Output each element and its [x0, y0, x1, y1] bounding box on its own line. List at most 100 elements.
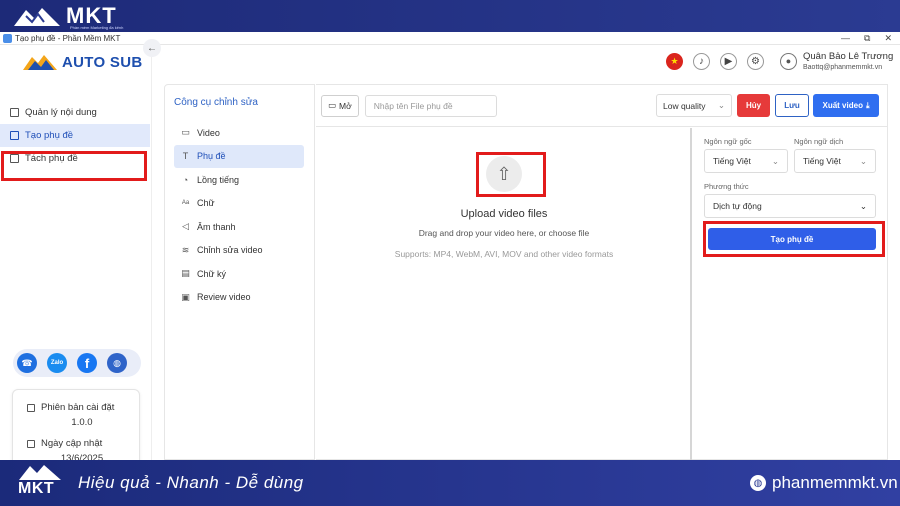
footer-slogan: Hiệu quả - Nhanh - Dễ dùng: [78, 473, 304, 492]
tool-label: Chữ: [197, 198, 215, 209]
calendar-icon: [27, 439, 35, 448]
tools-title: Công cụ chỉnh sửa: [174, 97, 258, 108]
tool-label: Chỉnh sửa video: [197, 245, 263, 256]
version-label: Phiên bản cài đặt: [41, 402, 115, 413]
tool-video[interactable]: ▭ Video: [174, 121, 304, 145]
tool-label: Review video: [197, 292, 251, 303]
top-brand-banner: MKT Phần mềm Marketing đa kênh: [0, 0, 900, 32]
restore-button[interactable]: ⧉: [864, 32, 870, 45]
text-icon: T: [182, 151, 189, 162]
highlight-box-nav: [1, 151, 147, 181]
source-lang-value: Tiếng Việt: [713, 156, 751, 166]
sidebar-item-label: Tạo phụ đề: [25, 130, 74, 141]
brand-text: AUTO SUB: [62, 53, 143, 71]
create-subtitle-button[interactable]: Tạo phụ đề: [708, 228, 876, 250]
update-label: Ngày cập nhật: [41, 438, 103, 449]
open-label: Mở: [339, 100, 352, 111]
tool-review-video[interactable]: ▣ Review video: [174, 286, 304, 310]
dubbing-icon: ◔: [182, 174, 189, 185]
avatar: ●: [780, 52, 797, 70]
chevron-down-icon: ⌄: [859, 155, 867, 166]
header-icons: ★ ♪ ▶ ⚙: [666, 53, 764, 70]
subtitle-settings: Ngôn ngữ gốc Tiếng Việt ⌄ Ngôn ngữ dịch …: [696, 128, 888, 461]
sidebar: AUTO SUB Quản lý nội dung Tạo phụ đề Tác…: [0, 45, 152, 474]
folder-icon: ▭: [328, 100, 337, 110]
window-title: Tạo phụ đề - Phần Mềm MKT: [15, 33, 121, 43]
footer-brand: MKT: [18, 480, 55, 497]
video-icon: ▭: [181, 127, 190, 138]
font-icon: Aa: [181, 200, 190, 207]
export-icon: ⤓: [865, 100, 870, 110]
editing-tools-panel: Công cụ chỉnh sửa ▭ Video T Phụ đề ◔ Lồn…: [164, 84, 315, 460]
vietnam-flag-icon[interactable]: ★: [666, 53, 683, 70]
user-profile[interactable]: ● Quân Bảo Lê Trương Baottq@phanmemmkt.v…: [780, 51, 893, 71]
upload-title: Upload video files: [460, 208, 548, 220]
layers-icon: ≋: [181, 244, 190, 255]
chevron-down-icon: ⌄: [717, 100, 725, 110]
cancel-button[interactable]: Hủy: [737, 94, 770, 117]
globe-icon[interactable]: ◍: [107, 353, 127, 373]
user-email: Baottq@phanmemmkt.vn: [803, 64, 883, 71]
social-links: ☎ Zalo f ◍: [13, 349, 141, 377]
highlight-box-upload: [476, 152, 546, 197]
tool-label: Video: [197, 127, 220, 138]
support-icon[interactable]: ☎: [17, 353, 37, 373]
method-label: Phương thức: [704, 182, 749, 191]
mkt-tagline: Phần mềm Marketing đa kênh: [70, 25, 124, 30]
tool-signature[interactable]: ▤ Chữ ký: [174, 262, 304, 286]
version-icon: [27, 403, 35, 412]
subtitle-icon: [10, 131, 19, 140]
auto-sub-logo-icon: [23, 55, 57, 70]
sidebar-item-content[interactable]: Quản lý nội dung: [0, 101, 150, 124]
tool-edit-video[interactable]: ≋ Chỉnh sửa video: [174, 239, 304, 263]
tool-audio[interactable]: ◁ Âm thanh: [174, 215, 304, 239]
gear-icon[interactable]: ⚙: [747, 53, 764, 70]
target-lang-label: Ngôn ngữ dịch: [794, 137, 844, 146]
work-area: ▭ Mở Nhập tên File phụ đề Low quality ⌄ …: [316, 84, 888, 461]
sidebar-item-label: Quản lý nội dung: [25, 107, 97, 118]
export-label: Xuất video: [822, 101, 863, 110]
globe-icon: ◍: [750, 475, 766, 491]
collapse-sidebar-button[interactable]: ←: [143, 39, 161, 57]
close-button[interactable]: ✕: [884, 32, 892, 45]
footer-website: ◍ phanmemmkt.vn: [750, 473, 898, 493]
version-value: 1.0.0: [71, 417, 93, 428]
mkt-mountain-icon: [14, 8, 60, 26]
export-video-button[interactable]: Xuất video ⤓: [813, 94, 879, 117]
save-button[interactable]: Lưu: [775, 94, 809, 117]
tool-dubbing[interactable]: ◔ Lồng tiếng: [174, 168, 304, 192]
auto-sub-logo: AUTO SUB: [22, 53, 142, 71]
target-lang-value: Tiếng Việt: [803, 156, 841, 166]
tool-label: Phụ đề: [197, 151, 226, 162]
minimize-button[interactable]: —: [841, 32, 850, 45]
target-lang-select[interactable]: Tiếng Việt ⌄: [794, 149, 876, 173]
user-name: Quân Bảo Lê Trương: [803, 51, 894, 62]
tool-text[interactable]: Aa Chữ: [174, 192, 304, 216]
app-window: Tạo phụ đề - Phần Mềm MKT — ⧉ ✕ AUTO SUB…: [0, 32, 900, 474]
source-lang-select[interactable]: Tiếng Việt ⌄: [704, 149, 788, 173]
quality-select[interactable]: Low quality ⌄: [656, 94, 732, 117]
toolbar: ▭ Mở Nhập tên File phụ đề Low quality ⌄ …: [316, 85, 887, 127]
method-value: Dịch tự động: [713, 201, 762, 211]
facebook-icon[interactable]: f: [77, 353, 97, 373]
subtitle-filename-input[interactable]: Nhập tên File phụ đề: [364, 94, 497, 117]
app-icon: [3, 33, 12, 43]
bottom-brand-banner: MKT Hiệu quả - Nhanh - Dễ dùng ◍ phanmem…: [0, 460, 900, 506]
upload-formats: Supports: MP4, WebM, AVI, MOV and other …: [394, 249, 614, 259]
open-button[interactable]: ▭ Mở: [321, 94, 359, 117]
content-icon: [10, 108, 19, 117]
mkt-mountain-icon: [19, 465, 61, 480]
zalo-icon[interactable]: Zalo: [47, 353, 67, 373]
method-select[interactable]: Dịch tự động ⌄: [704, 194, 876, 218]
source-lang-label: Ngôn ngữ gốc: [704, 137, 752, 146]
upload-dropzone[interactable]: ⇧ Upload video files Drag and drop your …: [316, 128, 692, 461]
tool-label: Chữ ký: [197, 268, 227, 279]
tool-label: Lồng tiếng: [197, 174, 240, 185]
speaker-icon: ◁: [182, 221, 189, 232]
play-icon[interactable]: ▶: [720, 53, 737, 70]
signature-icon: ▤: [181, 268, 190, 279]
chevron-down-icon: ⌄: [859, 200, 867, 211]
bell-icon[interactable]: ♪: [693, 53, 710, 70]
sidebar-item-create-subtitle[interactable]: Tạo phụ đề: [0, 124, 150, 147]
tool-subtitle[interactable]: T Phụ đề: [174, 144, 304, 168]
